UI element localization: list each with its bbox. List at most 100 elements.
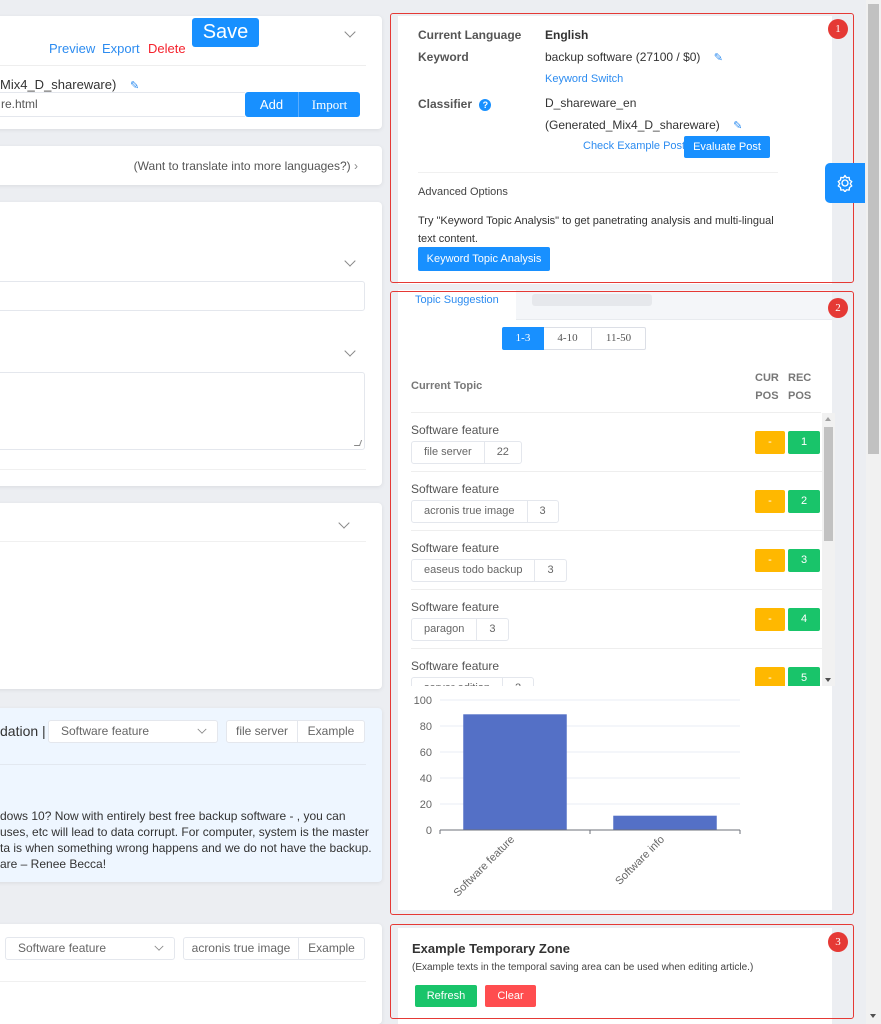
classifier-generated: (Generated_Mix4_D_shareware) xyxy=(545,118,720,132)
topic-keyword: acronis true image xyxy=(412,501,528,522)
preview-link[interactable]: Preview xyxy=(49,41,95,56)
edit-icon[interactable]: ✎ xyxy=(130,79,139,92)
annotation-badge: 2 xyxy=(828,298,848,318)
topic-select-value: Software feature xyxy=(61,724,150,738)
topic-keyword: paragon xyxy=(412,619,478,640)
chevron-down-icon xyxy=(198,726,206,734)
chevron-down-icon xyxy=(155,943,163,951)
example-temporary-zone: Example Temporary Zone (Example texts in… xyxy=(398,928,832,1024)
topic-suggestion-panel: Topic Suggestion 1-3 4-10 11-50 Current … xyxy=(398,290,835,910)
divider xyxy=(0,764,366,765)
keyword-info-panel: Current Language English Keyword backup … xyxy=(398,16,832,284)
scroll-down-icon[interactable] xyxy=(870,1014,876,1018)
edit-icon[interactable]: ✎ xyxy=(714,51,723,64)
cur-pos-badge: - xyxy=(755,490,785,513)
section-card xyxy=(0,503,382,689)
article-form-card xyxy=(0,202,382,486)
scroll-down-icon[interactable] xyxy=(825,678,831,682)
chevron-down-icon[interactable] xyxy=(345,28,355,38)
tab-topic-suggestion[interactable]: Topic Suggestion xyxy=(398,290,516,320)
cur-pos-badge: - xyxy=(755,608,785,631)
page-scrollbar[interactable] xyxy=(866,0,881,1024)
y-tick-label: 100 xyxy=(414,695,432,707)
settings-button[interactable] xyxy=(825,163,865,203)
topic-keyword-tag[interactable]: easeus todo backup 3 xyxy=(411,559,567,582)
topic-count: 3 xyxy=(547,564,554,576)
col-cur-pos-line1: CUR xyxy=(755,372,779,384)
keyword-topic-analysis-button[interactable]: Keyword Topic Analysis xyxy=(418,247,550,271)
edit-icon[interactable]: ✎ xyxy=(733,119,742,132)
keyword-tag[interactable]: file server xyxy=(226,720,298,743)
article-header-card: Preview Export Delete Save Mix4_D_sharew… xyxy=(0,16,382,129)
chevron-right-icon: › xyxy=(354,159,358,173)
scrollbar-thumb[interactable] xyxy=(824,427,833,541)
recommendation-label: dation | xyxy=(0,723,46,739)
evaluate-post-button[interactable]: Evaluate Post xyxy=(684,136,770,158)
help-icon[interactable]: ? xyxy=(479,99,492,111)
example-button[interactable]: Example xyxy=(297,720,365,743)
x-tick-label: Software feature xyxy=(452,834,518,900)
rec-pos-badge: 5 xyxy=(788,667,820,686)
clear-button[interactable]: Clear xyxy=(485,985,536,1007)
recommendation-text: dows 10? Now with entirely best free bac… xyxy=(0,809,372,871)
divider xyxy=(0,65,366,66)
divider xyxy=(0,981,366,982)
import-button[interactable]: Import xyxy=(298,92,360,117)
topic-select[interactable]: Software feature xyxy=(48,720,218,743)
check-example-post-link[interactable]: Check Example Post xyxy=(583,140,685,152)
save-button[interactable]: Save xyxy=(192,18,259,47)
y-tick-label: 80 xyxy=(420,721,432,733)
keyword-value-wrap: backup software (27100 / $0) ✎ xyxy=(545,50,723,64)
topic-count: 3 xyxy=(539,505,546,517)
range-tab-1-3[interactable]: 1-3 xyxy=(502,327,544,350)
temp-zone-subtitle: (Example texts in the temporal saving ar… xyxy=(412,962,754,973)
url-input[interactable]: re.html xyxy=(0,92,245,117)
topic-row[interactable]: Software feature acronis true image 3 - 2 xyxy=(411,472,823,531)
export-link[interactable]: Export xyxy=(102,41,140,56)
tab-other-label xyxy=(532,294,652,306)
y-tick-label: 60 xyxy=(420,747,432,759)
topic-row[interactable]: Software feature paragon 3 - 4 xyxy=(411,590,823,649)
keyword-tag[interactable]: acronis true image xyxy=(183,937,299,960)
topic-keyword-tag[interactable]: paragon 3 xyxy=(411,618,509,641)
keyword-value: backup software (27100 / $0) xyxy=(545,50,701,64)
scrollbar-thumb[interactable] xyxy=(868,4,879,454)
scroll-up-icon[interactable] xyxy=(825,417,831,421)
topic-list-scrollbar[interactable] xyxy=(822,413,835,686)
divider xyxy=(0,541,366,542)
range-tab-4-10[interactable]: 4-10 xyxy=(544,327,592,350)
chart-y-axis: 0 20 40 60 80 100 xyxy=(414,695,432,837)
cur-pos-badge: - xyxy=(755,667,785,686)
resize-handle-icon[interactable] xyxy=(353,440,363,446)
topic-row[interactable]: Software feature server edition2 - 5 xyxy=(411,649,823,686)
topic-select[interactable]: Software feature xyxy=(5,937,175,960)
topic-keyword-tag[interactable]: server edition2 xyxy=(411,677,535,686)
bar xyxy=(613,815,717,830)
refresh-button[interactable]: Refresh xyxy=(415,985,477,1007)
title-input[interactable] xyxy=(0,281,365,311)
topic-row[interactable]: Software feature easeus todo backup 3 - 3 xyxy=(411,531,823,590)
classifier-label-wrap: Classifier ? xyxy=(418,97,492,111)
example-button[interactable]: Example xyxy=(298,937,365,960)
rec-pos-badge: 1 xyxy=(788,431,820,454)
bar xyxy=(463,714,567,830)
keyword-switch-link[interactable]: Keyword Switch xyxy=(545,73,623,85)
topic-row[interactable]: Software feature file server 22 - 1 xyxy=(411,413,823,472)
tab-other[interactable] xyxy=(516,290,832,320)
topic-count: 3 xyxy=(489,623,496,635)
range-tab-11-50[interactable]: 11-50 xyxy=(591,327,646,350)
topic-keyword-tag[interactable]: acronis true image 3 xyxy=(411,500,559,523)
divider xyxy=(418,172,778,173)
chevron-down-icon[interactable] xyxy=(345,257,355,267)
description-textarea[interactable] xyxy=(0,372,365,450)
translate-more-link[interactable]: (Want to translate into more languages?)… xyxy=(134,159,358,173)
cur-pos-badge: - xyxy=(755,431,785,454)
add-button[interactable]: Add xyxy=(245,92,298,117)
divider xyxy=(0,469,366,470)
topic-keyword-tag[interactable]: file server 22 xyxy=(411,441,522,464)
topic-count: 22 xyxy=(496,446,509,458)
chevron-down-icon[interactable] xyxy=(345,347,355,357)
chevron-down-icon[interactable] xyxy=(339,519,349,529)
topic-list: Software feature file server 22 - 1 Softw… xyxy=(411,413,835,686)
delete-link[interactable]: Delete xyxy=(148,41,186,56)
